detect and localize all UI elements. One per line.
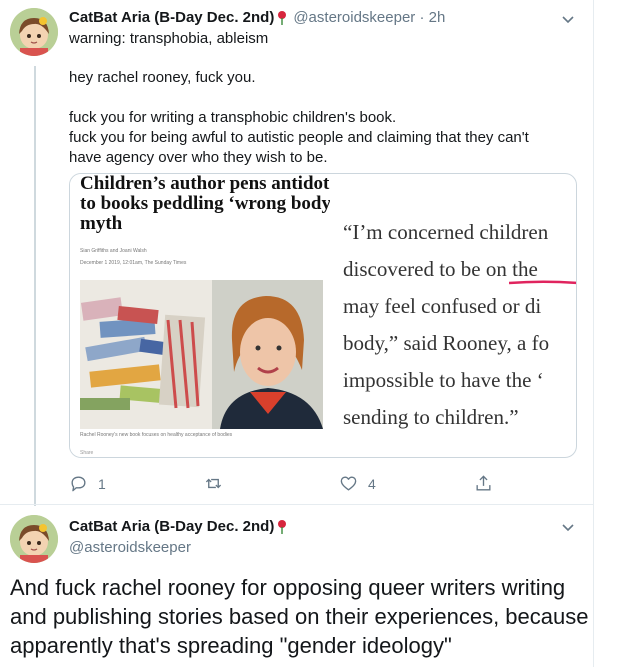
tweet-line: hey rachel rooney, fuck you. [69, 69, 256, 86]
content-warning: warning: transphobia, ableism [69, 30, 269, 47]
display-name[interactable]: CatBat Aria (B-Day Dec. 2nd) [69, 9, 274, 26]
tweet-line: fuck you for writing a transphobic child… [69, 109, 397, 126]
headline-line: to books peddling ‘wrong body [80, 193, 330, 214]
reply-button[interactable]: 1 [69, 474, 106, 493]
reply-icon [71, 476, 86, 492]
quote-line: “I’m concerned children [343, 220, 549, 244]
like-button[interactable]: 4 [339, 474, 376, 493]
avatar-illustration-icon [10, 515, 58, 563]
rose-emoji-icon [277, 10, 287, 25]
article-screenshot: Children’s author pens antidote to books… [70, 174, 330, 457]
quote-line: impossible to have the ‘ [343, 368, 544, 392]
article-share-label: Share [80, 450, 94, 456]
tweet-text: hey rachel rooney, fuck you. fuck you fo… [69, 68, 569, 168]
rose-emoji-icon [277, 519, 287, 534]
share-icon [476, 475, 491, 491]
article-headline: Children’s author pens antidote to books… [80, 174, 330, 234]
photo-caption: Rachel Rooney's new book focuses on heal… [80, 432, 233, 438]
tweet-divider [0, 504, 593, 505]
share-button[interactable] [474, 474, 493, 493]
handle-and-time[interactable]: @asteroidskeeper · 2h [293, 9, 445, 26]
quote-line: discovered to be on the [343, 251, 576, 288]
tweet-header: CatBat Aria (B-Day Dec. 2nd) [69, 518, 293, 535]
chevron-down-icon[interactable] [561, 520, 575, 534]
quote-line: body,” said Rooney, a fo [343, 331, 550, 355]
avatar[interactable] [10, 8, 58, 56]
retweet-icon [205, 478, 222, 489]
headline-line: myth [80, 213, 123, 234]
tweet-text: And fuck rachel rooney for opposing quee… [10, 575, 589, 658]
retweet-button[interactable] [204, 474, 233, 493]
headline-line: Children’s author pens antidote [80, 174, 330, 194]
tweet-line: fuck you for being awful to autistic peo… [69, 129, 529, 146]
quote-line: sending to children.” [343, 405, 519, 429]
article-photo [80, 280, 323, 429]
attached-image-card[interactable]: Children’s author pens antidote to books… [69, 173, 577, 458]
tweet-line: have agency over who they wish to be. [69, 149, 328, 166]
tweet-actions: 1 4 [69, 474, 509, 496]
avatar-illustration-icon [10, 8, 58, 56]
handle[interactable]: @asteroidskeeper [69, 539, 191, 556]
reply-count: 1 [98, 475, 106, 492]
scrollbar-gutter [593, 0, 619, 667]
quote-line: may feel confused or di [343, 294, 542, 318]
avatar[interactable] [10, 515, 58, 563]
display-name[interactable]: CatBat Aria (B-Day Dec. 2nd) [69, 518, 274, 535]
article-byline: Sian Griffiths and Joani Walsh [80, 248, 147, 254]
chevron-down-icon[interactable] [561, 12, 575, 26]
tweet-header: CatBat Aria (B-Day Dec. 2nd) @asteroidsk… [69, 9, 445, 26]
heart-icon [340, 476, 357, 491]
thread-connector [34, 66, 36, 506]
article-quote: “I’m concerned children discovered to be… [343, 214, 576, 436]
quote-line-text: discovered to be on the [343, 257, 538, 281]
red-underline-mark [509, 280, 576, 285]
like-count: 4 [368, 475, 376, 492]
article-dateline: December 1 2019, 12:01am, The Sunday Tim… [80, 260, 187, 266]
